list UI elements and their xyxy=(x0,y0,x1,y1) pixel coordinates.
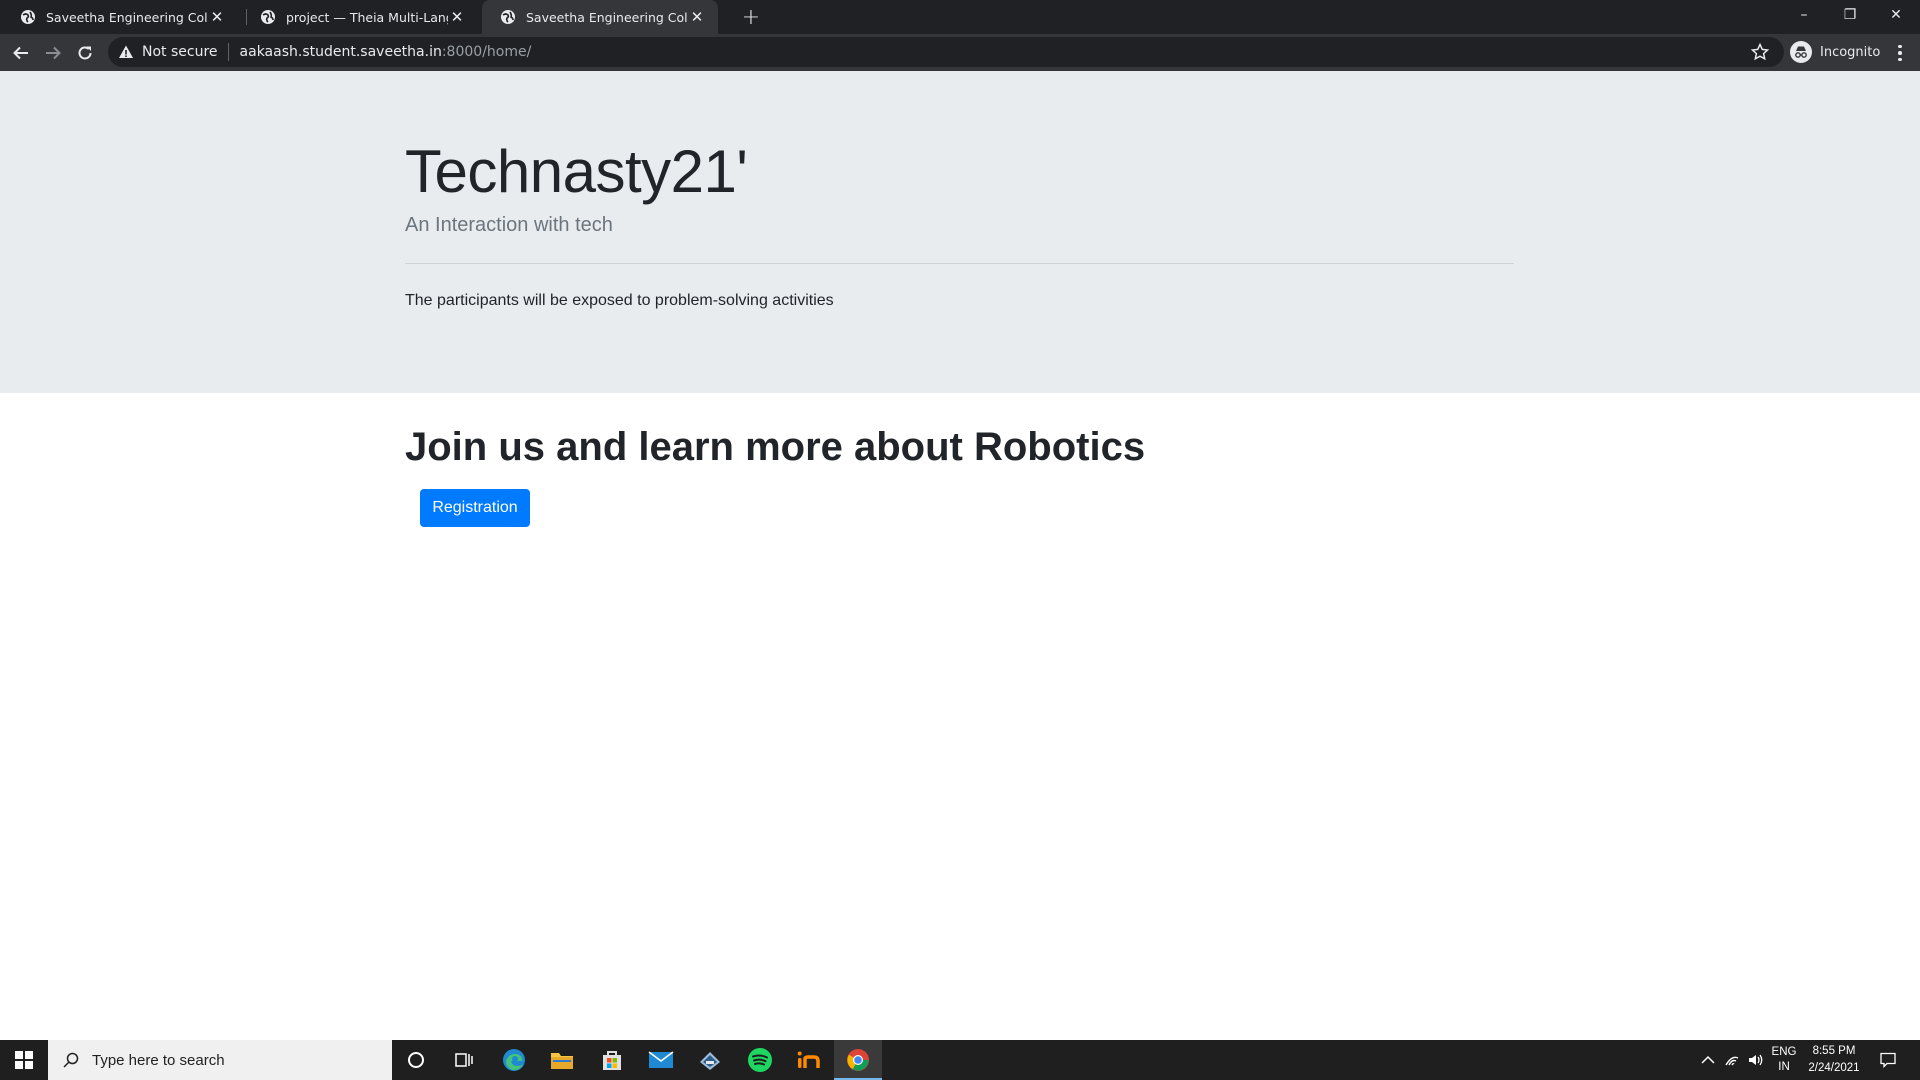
windows-taskbar: Type here to search ENG IN 8:55 PM 2/24/… xyxy=(0,1040,1920,1080)
page-title: Technasty21' xyxy=(405,138,748,205)
edge-icon[interactable] xyxy=(490,1040,538,1080)
section-heading: Join us and learn more about Robotics xyxy=(405,425,1146,469)
divider xyxy=(405,263,1514,264)
minimize-button[interactable]: – xyxy=(1781,0,1827,30)
address-bar[interactable]: Not secure aakaash.student.saveetha.in:8… xyxy=(108,37,1784,67)
browser-toolbar: Not secure aakaash.student.saveetha.in:8… xyxy=(0,34,1920,71)
registration-button[interactable]: Registration xyxy=(420,489,530,527)
tab-saveetha-active[interactable]: Saveetha Engineering College ✕ xyxy=(482,0,718,34)
clock-time: 8:55 PM xyxy=(1812,1045,1856,1057)
close-tab-icon[interactable]: ✕ xyxy=(448,8,466,26)
omnibox-divider xyxy=(227,43,229,61)
bookmark-star-icon[interactable] xyxy=(1750,42,1770,62)
url-text[interactable]: aakaash.student.saveetha.in:8000/home/ xyxy=(240,44,532,60)
globe-icon xyxy=(21,10,35,24)
region-label: IN xyxy=(1778,1061,1790,1073)
tab-title: Saveetha Engineering College xyxy=(526,9,688,25)
globe-icon xyxy=(501,10,515,24)
browser-tab-strip: Saveetha Engineering College ✕ project —… xyxy=(0,0,1920,34)
chevron-up-icon xyxy=(1701,1055,1715,1064)
reload-icon xyxy=(78,46,92,60)
arrow-left-icon xyxy=(13,46,28,60)
jumbotron xyxy=(0,71,1920,393)
restore-button[interactable]: ❐ xyxy=(1827,0,1873,30)
mail-icon[interactable] xyxy=(637,1040,685,1080)
language-label: ENG xyxy=(1771,1046,1797,1058)
task-view-icon[interactable] xyxy=(440,1040,488,1080)
tab-saveetha-1[interactable]: Saveetha Engineering College ✕ xyxy=(2,0,238,34)
arrow-right-icon xyxy=(46,46,61,60)
start-button[interactable] xyxy=(0,1040,48,1080)
reload-button[interactable] xyxy=(70,38,100,68)
new-tab-button[interactable]: + xyxy=(737,3,765,31)
windows-logo-icon xyxy=(15,1051,33,1069)
url-path: :8000/home/ xyxy=(441,44,532,60)
search-placeholder: Type here to search xyxy=(92,1051,225,1069)
tab-title: Saveetha Engineering College xyxy=(46,9,208,25)
search-icon xyxy=(63,1052,79,1068)
close-tab-icon[interactable]: ✕ xyxy=(208,8,226,26)
store-icon[interactable] xyxy=(588,1040,636,1080)
browser-menu-icon[interactable] xyxy=(1888,41,1912,65)
url-host: aakaash.student.saveetha.in xyxy=(239,44,442,60)
invision-icon[interactable] xyxy=(786,1040,834,1080)
language-indicator[interactable]: ENG IN xyxy=(1768,1040,1800,1080)
globe-icon xyxy=(261,10,275,24)
network-icon[interactable] xyxy=(1720,1040,1744,1080)
page-description: The participants will be exposed to prob… xyxy=(405,292,834,309)
incognito-profile-button[interactable]: Incognito xyxy=(1786,38,1890,66)
cortana-icon[interactable] xyxy=(392,1040,440,1080)
tab-theia[interactable]: project — Theia Multi-Language ✕ xyxy=(242,0,478,34)
close-window-button[interactable]: ✕ xyxy=(1873,0,1919,30)
close-tab-icon[interactable]: ✕ xyxy=(688,8,706,26)
notification-center-icon[interactable] xyxy=(1870,1040,1906,1080)
system-clock[interactable]: 8:55 PM 2/24/2021 xyxy=(1802,1040,1866,1080)
back-button[interactable] xyxy=(6,38,36,68)
volume-icon[interactable] xyxy=(1744,1040,1768,1080)
security-indicator[interactable]: Not secure xyxy=(118,44,218,60)
file-explorer-icon[interactable] xyxy=(538,1040,586,1080)
chrome-icon[interactable] xyxy=(834,1040,882,1080)
app-icon[interactable] xyxy=(686,1040,734,1080)
clock-date: 2/24/2021 xyxy=(1808,1062,1860,1074)
incognito-label: Incognito xyxy=(1820,44,1881,60)
forward-button[interactable] xyxy=(38,38,68,68)
not-secure-label: Not secure xyxy=(142,44,218,60)
tab-title: project — Theia Multi-Language xyxy=(286,9,448,25)
taskbar-search-box[interactable]: Type here to search xyxy=(48,1040,392,1080)
spotify-icon[interactable] xyxy=(736,1040,784,1080)
page-subtitle: An Interaction with tech xyxy=(405,214,613,236)
warning-icon xyxy=(119,45,133,58)
show-hidden-icons[interactable] xyxy=(1696,1040,1720,1080)
incognito-icon xyxy=(1790,41,1812,63)
